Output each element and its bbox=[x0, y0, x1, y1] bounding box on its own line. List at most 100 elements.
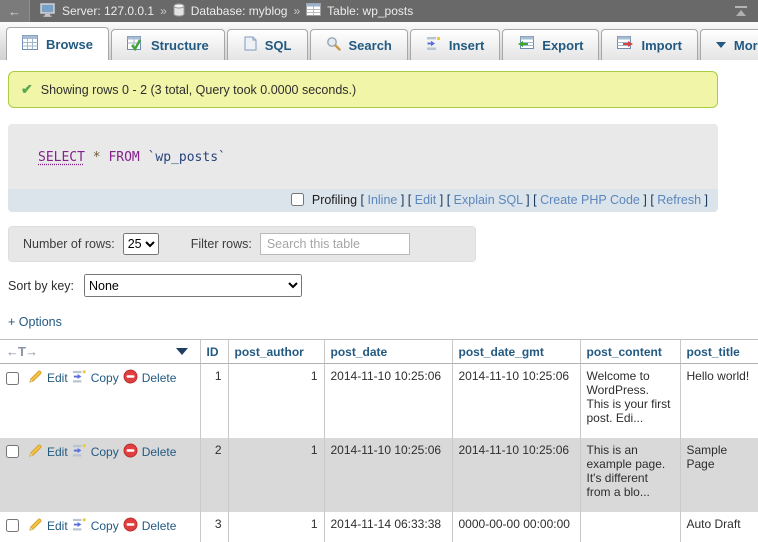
column-header-post_author[interactable]: post_author bbox=[228, 340, 324, 364]
query-action-refresh[interactable]: Refresh bbox=[657, 193, 701, 207]
row-copy-link[interactable]: Copy bbox=[72, 443, 119, 461]
pencil-icon bbox=[28, 369, 43, 387]
bracket: [ bbox=[404, 193, 414, 207]
status-message-text: Showing rows 0 - 2 (3 total, Query took … bbox=[41, 83, 356, 97]
cell-post-content: This is an example page. It's different … bbox=[580, 438, 680, 512]
sql-star: * bbox=[93, 150, 101, 165]
tab-label: Browse bbox=[46, 37, 93, 52]
query-action-inline[interactable]: Inline bbox=[367, 193, 397, 207]
bulk-actions-chevron-icon[interactable] bbox=[176, 348, 188, 355]
cell-id: 3 bbox=[200, 512, 228, 542]
tab-export[interactable]: Export bbox=[502, 29, 599, 60]
row-checkbox[interactable] bbox=[6, 519, 19, 532]
query-action-link-group: [ Inline ] bbox=[361, 193, 405, 207]
chevron-down-icon bbox=[716, 42, 726, 48]
tab-label: More bbox=[734, 38, 758, 53]
tab-insert[interactable]: Insert bbox=[410, 29, 500, 60]
column-header-id[interactable]: ID bbox=[200, 340, 228, 364]
table-icon bbox=[306, 3, 321, 19]
cell-post-date: 2014-11-14 06:33:38 bbox=[324, 512, 452, 542]
row-checkbox[interactable] bbox=[6, 445, 19, 458]
rows-count-select[interactable]: 25 bbox=[123, 233, 159, 255]
query-action-explain-sql[interactable]: Explain SQL bbox=[454, 193, 523, 207]
actions-column-header[interactable]: ←T→ bbox=[0, 340, 200, 364]
bracket: [ bbox=[647, 193, 657, 207]
bracket: [ bbox=[530, 193, 540, 207]
delete-icon bbox=[123, 443, 138, 461]
tab-search[interactable]: Search bbox=[310, 29, 408, 60]
cell-post-date: 2014-11-10 10:25:06 bbox=[324, 364, 452, 438]
tab-label: Export bbox=[542, 38, 583, 53]
tab-more[interactable]: More bbox=[700, 29, 758, 60]
cell-post-date-gmt: 2014-11-10 10:25:06 bbox=[452, 438, 580, 512]
row-edit-link[interactable]: Edit bbox=[28, 369, 68, 387]
table-row: Edit Copy Delete 2 1 2014-11-10 10:25:06… bbox=[0, 438, 758, 512]
sort-label: Sort by key: bbox=[8, 279, 74, 293]
row-delete-link[interactable]: Delete bbox=[123, 517, 177, 535]
row-edit-link[interactable]: Edit bbox=[28, 517, 68, 535]
structure-icon bbox=[127, 36, 143, 54]
tab-browse[interactable]: Browse bbox=[6, 27, 109, 60]
cell-post-date-gmt: 2014-11-10 10:25:06 bbox=[452, 364, 580, 438]
server-icon bbox=[40, 3, 56, 20]
pencil-icon bbox=[28, 443, 43, 461]
table-row: Edit Copy Delete 3 1 2014-11-14 06:33:38… bbox=[0, 512, 758, 542]
copy-label: Copy bbox=[91, 445, 119, 459]
rows-label: Number of rows: bbox=[23, 237, 115, 251]
collapse-up-icon[interactable] bbox=[724, 6, 758, 17]
column-header-post_date[interactable]: post_date bbox=[324, 340, 452, 364]
tab-label: Search bbox=[349, 38, 392, 53]
options-toggle[interactable]: + Options bbox=[8, 315, 62, 329]
table-header-row: ←T→ IDpost_authorpost_datepost_date_gmtp… bbox=[0, 340, 758, 364]
delete-label: Delete bbox=[142, 445, 177, 459]
row-copy-link[interactable]: Copy bbox=[72, 517, 119, 535]
export-icon bbox=[518, 36, 534, 54]
filter-input[interactable] bbox=[260, 233, 410, 255]
profiling-checkbox[interactable] bbox=[291, 193, 304, 206]
column-header-post_content[interactable]: post_content bbox=[580, 340, 680, 364]
back-arrow-icon[interactable]: ← bbox=[0, 0, 30, 22]
cell-post-date-gmt: 0000-00-00 00:00:00 bbox=[452, 512, 580, 542]
copy-label: Copy bbox=[91, 371, 119, 385]
cell-post-date: 2014-11-10 10:25:06 bbox=[324, 438, 452, 512]
row-checkbox[interactable] bbox=[6, 372, 19, 385]
sort-row: Sort by key: None bbox=[8, 274, 758, 297]
tab-structure[interactable]: Structure bbox=[111, 29, 225, 60]
column-header-post_title[interactable]: post_title bbox=[680, 340, 758, 364]
sort-key-select[interactable]: None bbox=[84, 274, 302, 297]
query-action-link-group: [ Explain SQL ] bbox=[443, 193, 529, 207]
edit-label: Edit bbox=[47, 371, 68, 385]
tab-import[interactable]: Import bbox=[601, 29, 697, 60]
transpose-arrows[interactable]: ←T→ bbox=[6, 344, 37, 359]
delete-icon bbox=[123, 369, 138, 387]
table-row: Edit Copy Delete 1 1 2014-11-10 10:25:06… bbox=[0, 364, 758, 438]
breadcrumb-separator: » bbox=[160, 4, 167, 18]
breadcrumb-server[interactable]: Server: 127.0.0.1 bbox=[62, 4, 154, 18]
query-action-link-group: [ Create PHP Code ] bbox=[530, 193, 647, 207]
row-delete-link[interactable]: Delete bbox=[123, 443, 177, 461]
delete-label: Delete bbox=[142, 371, 177, 385]
column-header-post_date_gmt[interactable]: post_date_gmt bbox=[452, 340, 580, 364]
row-delete-link[interactable]: Delete bbox=[123, 369, 177, 387]
cell-post-content: Welcome to WordPress. This is your first… bbox=[580, 364, 680, 438]
query-action-edit[interactable]: Edit bbox=[415, 193, 437, 207]
sql-query-panel: SELECT * FROM `wp_posts` Profiling [ Inl… bbox=[8, 124, 718, 212]
browse-icon bbox=[22, 35, 38, 53]
sql-keyword-select: SELECT bbox=[38, 150, 85, 165]
breadcrumb-database[interactable]: Database: myblog bbox=[191, 4, 288, 18]
cell-id: 1 bbox=[200, 364, 228, 438]
row-copy-link[interactable]: Copy bbox=[72, 369, 119, 387]
query-action-create-php-code[interactable]: Create PHP Code bbox=[540, 193, 640, 207]
query-action-links: [ Inline ] [ Edit ] [ Explain SQL ] [ Cr… bbox=[361, 193, 708, 207]
breadcrumb-table[interactable]: Table: wp_posts bbox=[327, 4, 413, 18]
cell-post-author: 1 bbox=[228, 438, 324, 512]
cell-post-title: Hello world! bbox=[680, 364, 758, 438]
breadcrumb: Server: 127.0.0.1 » Database: myblog » T… bbox=[30, 3, 724, 20]
copy-icon bbox=[72, 443, 87, 461]
cell-post-author: 1 bbox=[228, 512, 324, 542]
breadcrumb-bar: ← Server: 127.0.0.1 » Database: myblog »… bbox=[0, 0, 758, 22]
tab-bar: Browse Structure SQL Search Insert Expor… bbox=[0, 22, 758, 60]
tab-sql[interactable]: SQL bbox=[227, 29, 308, 60]
bracket: ] bbox=[701, 193, 708, 207]
row-edit-link[interactable]: Edit bbox=[28, 443, 68, 461]
